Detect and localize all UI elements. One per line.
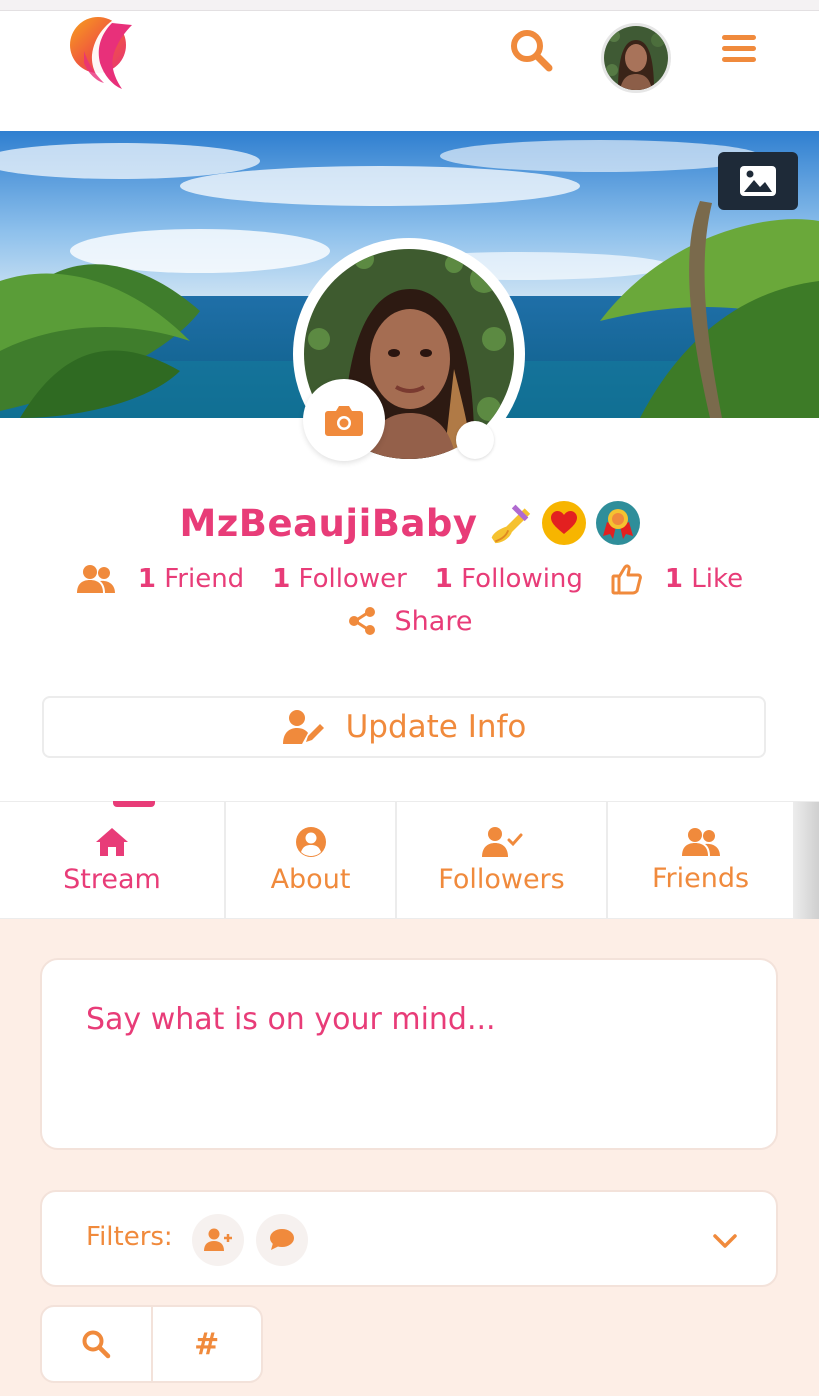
tab-followers[interactable]: Followers	[397, 802, 608, 919]
search-icon[interactable]	[508, 27, 554, 73]
tab-followers-label: Followers	[438, 864, 565, 895]
friends-label: Friend	[164, 564, 245, 594]
hamburger-menu-icon[interactable]	[720, 29, 758, 69]
user-circle-icon	[295, 827, 326, 857]
profile-stats: 1 Friend 1 Follower 1 Following 1 Like	[0, 558, 819, 600]
user-avatar[interactable]	[601, 23, 671, 93]
composer-placeholder[interactable]: Say what is on your mind...	[86, 1002, 496, 1037]
tab-about-label: About	[270, 864, 351, 895]
tab-friends-label: Friends	[651, 863, 750, 894]
profile-tabs: Stream About Followers Friends	[0, 801, 819, 919]
nail-polish-emoji	[488, 501, 532, 545]
camera-icon	[325, 406, 363, 436]
search-icon	[82, 1330, 111, 1359]
friends-count: 1	[137, 564, 156, 594]
followers-count: 1	[272, 564, 291, 594]
filter-posts-button[interactable]	[256, 1214, 308, 1266]
comment-icon	[270, 1229, 294, 1250]
image-icon	[740, 166, 776, 196]
share-button[interactable]: Share	[0, 600, 819, 642]
following-stat[interactable]: 1 Following	[435, 564, 583, 594]
tab-friends[interactable]: Friends	[608, 802, 793, 919]
tab-about[interactable]: About	[226, 802, 397, 919]
tab-stream-label: Stream	[63, 864, 161, 895]
update-info-label: Update Info	[345, 709, 527, 745]
users-icon	[76, 565, 115, 593]
profile-name-row: MzBeaujiBaby	[0, 492, 819, 554]
stream-search-button[interactable]	[42, 1307, 151, 1381]
change-cover-image-button[interactable]	[718, 152, 798, 210]
friends-stat[interactable]: 1 Friend	[76, 564, 244, 594]
followers-label: Follower	[298, 564, 407, 594]
following-label: Following	[461, 564, 583, 594]
heart-badge-icon[interactable]	[541, 501, 586, 545]
stream-filters: Filters:	[40, 1190, 778, 1287]
tab-stream[interactable]: Stream	[0, 802, 226, 919]
change-avatar-button[interactable]	[303, 379, 385, 461]
share-icon	[348, 607, 375, 635]
update-info-button[interactable]: Update Info	[42, 696, 766, 758]
active-tab-indicator	[113, 801, 155, 807]
filters-label: Filters:	[86, 1222, 173, 1252]
chevron-down-icon[interactable]	[710, 1226, 740, 1256]
hashtag-button[interactable]: #	[150, 1307, 262, 1381]
post-composer[interactable]: Say what is on your mind...	[40, 958, 778, 1150]
user-edit-icon	[282, 710, 324, 744]
likes-count: 1	[664, 564, 684, 594]
user-check-icon	[481, 827, 522, 857]
top-status-strip	[0, 0, 819, 11]
followers-stat[interactable]: 1 Follower	[272, 564, 407, 594]
filter-new-members-button[interactable]	[192, 1214, 244, 1266]
following-count: 1	[434, 564, 453, 594]
tabs-scroll-edge[interactable]	[793, 802, 819, 919]
home-icon	[96, 828, 128, 856]
goddess-logo-icon[interactable]	[66, 11, 142, 95]
profile-username: MzBeaujiBaby	[179, 501, 478, 545]
online-status-indicator	[456, 421, 494, 459]
thumbs-up-icon	[611, 564, 642, 595]
user-plus-icon	[204, 1228, 232, 1251]
users-icon	[681, 828, 720, 856]
site-header	[0, 11, 819, 131]
award-ribbon-badge-icon[interactable]	[595, 501, 640, 545]
share-label: Share	[394, 605, 473, 637]
likes-label: Like	[691, 564, 744, 594]
likes-stat[interactable]: 1 Like	[611, 563, 743, 595]
search-hashtag-bar: #	[40, 1305, 263, 1383]
